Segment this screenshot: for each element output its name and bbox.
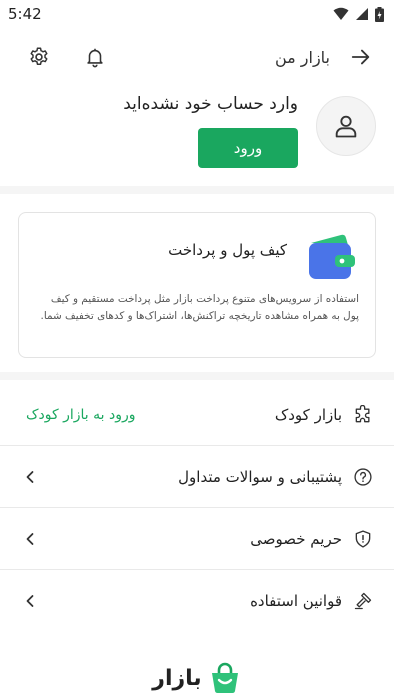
wallet-description: استفاده از سرویس‌های متنوع پرداخت بازار … bbox=[40, 293, 359, 322]
menu-item-label: بازار کودک bbox=[274, 405, 342, 424]
status-icons bbox=[333, 6, 384, 22]
page-title: بازار من bbox=[274, 47, 330, 67]
gear-icon bbox=[30, 47, 48, 65]
section-divider bbox=[0, 186, 394, 194]
back-button[interactable] bbox=[348, 44, 374, 70]
profile-section: وارد حساب خود نشده‌اید ورود bbox=[0, 86, 394, 184]
menu-item-support[interactable]: پشتیبانی و سوالات متداول bbox=[0, 446, 394, 508]
shield-icon bbox=[352, 528, 374, 550]
brand-logo: بازار bbox=[0, 656, 394, 700]
wallet-card[interactable]: کیف پول و پرداخت استفاده از سرویس‌های مت… bbox=[18, 212, 376, 358]
wallet-title: کیف پول و پرداخت bbox=[168, 241, 287, 259]
settings-button[interactable] bbox=[26, 44, 52, 70]
signal-icon bbox=[356, 8, 368, 20]
battery-icon bbox=[375, 6, 384, 22]
brand-name: بازار bbox=[152, 665, 202, 691]
chevron-left-icon bbox=[22, 531, 38, 547]
shopping-bag-icon bbox=[211, 662, 238, 693]
arrow-right-icon bbox=[351, 49, 370, 65]
menu-item-label: حریم خصوصی bbox=[250, 529, 342, 548]
bell-icon bbox=[87, 48, 103, 68]
user-icon bbox=[335, 115, 357, 138]
chevron-left-icon bbox=[22, 469, 38, 485]
section-divider bbox=[0, 372, 394, 380]
wifi-icon bbox=[333, 7, 349, 20]
menu-item-privacy[interactable]: حریم خصوصی bbox=[0, 508, 394, 570]
status-time: 5:42 bbox=[8, 5, 42, 23]
menu-item-label: قوانین استفاده bbox=[250, 592, 342, 610]
login-button[interactable]: ورود bbox=[198, 128, 298, 168]
enter-kids-bazaar-link[interactable]: ورود به بازار کودک bbox=[26, 407, 136, 423]
avatar[interactable] bbox=[316, 96, 376, 156]
help-icon bbox=[352, 466, 374, 488]
puzzle-icon bbox=[352, 404, 374, 426]
notifications-button[interactable] bbox=[82, 44, 108, 70]
menu-item-label: پشتیبانی و سوالات متداول bbox=[178, 467, 342, 486]
not-logged-in-text: وارد حساب خود نشده‌اید bbox=[123, 94, 298, 114]
gavel-icon bbox=[352, 590, 374, 612]
menu-item-terms[interactable]: قوانین استفاده bbox=[0, 570, 394, 632]
menu-item-kids-bazaar[interactable]: بازار کودک ورود به بازار کودک bbox=[0, 384, 394, 446]
chevron-left-icon bbox=[22, 593, 38, 609]
app-bar-title-group: بازار من bbox=[275, 44, 374, 70]
menu-list: بازار کودک ورود به بازار کودک پشتیبانی و… bbox=[0, 384, 394, 632]
status-bar: 5:42 bbox=[0, 0, 394, 28]
app-bar: بازار من bbox=[0, 30, 394, 84]
wallet-icon bbox=[309, 234, 355, 279]
app-bar-actions bbox=[26, 44, 108, 70]
